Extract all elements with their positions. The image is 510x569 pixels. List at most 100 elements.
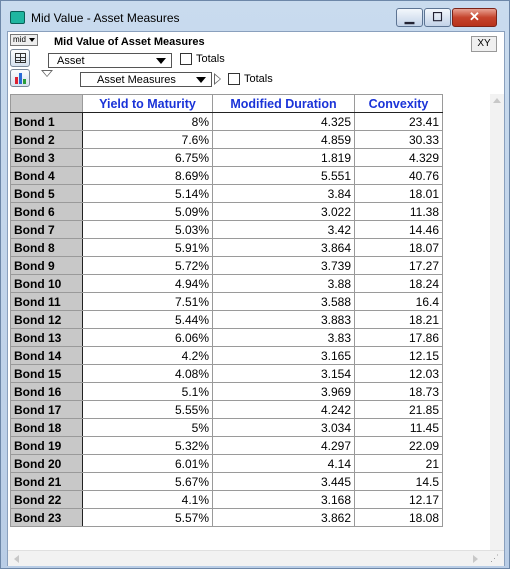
table-cell[interactable]: 4.297 — [212, 436, 355, 455]
table-cell[interactable]: 4.325 — [212, 112, 355, 131]
table-cell[interactable]: 6.06% — [82, 328, 213, 347]
table-cell[interactable]: 3.969 — [212, 382, 355, 401]
row-header[interactable]: Bond 16 — [10, 382, 83, 401]
table-cell[interactable]: 3.739 — [212, 256, 355, 275]
table-cell[interactable]: 3.88 — [212, 274, 355, 293]
row-header[interactable]: Bond 8 — [10, 238, 83, 257]
column-header[interactable]: Modified Duration — [212, 94, 355, 113]
table-cell[interactable]: 3.034 — [212, 418, 355, 437]
row-header[interactable]: Bond 14 — [10, 346, 83, 365]
scroll-right-icon[interactable] — [473, 555, 478, 563]
title-bar[interactable]: Mid Value - Asset Measures ▁ ☐ ✕ — [1, 1, 509, 31]
minimize-button[interactable]: ▁ — [396, 8, 423, 27]
table-cell[interactable]: 5.91% — [82, 238, 213, 257]
table-cell[interactable]: 4.14 — [212, 454, 355, 473]
column-index-dropdown[interactable]: Asset Measures — [80, 72, 212, 87]
table-cell[interactable]: 3.168 — [212, 490, 355, 509]
table-cell[interactable]: 5.57% — [82, 508, 213, 527]
table-cell[interactable]: 18.24 — [354, 274, 443, 293]
table-cell[interactable]: 5.03% — [82, 220, 213, 239]
vertical-scrollbar[interactable] — [490, 94, 504, 550]
row-header[interactable]: Bond 17 — [10, 400, 83, 419]
xy-button[interactable]: XY — [471, 36, 497, 52]
table-cell[interactable]: 5.72% — [82, 256, 213, 275]
table-cell[interactable]: 5.67% — [82, 472, 213, 491]
horizontal-scrollbar[interactable] — [8, 550, 504, 566]
table-cell[interactable]: 30.33 — [354, 130, 443, 149]
table-cell[interactable]: 3.022 — [212, 202, 355, 221]
row-header[interactable]: Bond 18 — [10, 418, 83, 437]
table-cell[interactable]: 5.14% — [82, 184, 213, 203]
table-cell[interactable]: 12.03 — [354, 364, 443, 383]
table-cell[interactable]: 4.859 — [212, 130, 355, 149]
table-view-button[interactable] — [10, 49, 30, 67]
table-cell[interactable]: 3.165 — [212, 346, 355, 365]
table-cell[interactable]: 5.551 — [212, 166, 355, 185]
pivot-down-icon[interactable] — [41, 70, 53, 77]
table-cell[interactable]: 4.1% — [82, 490, 213, 509]
table-cell[interactable]: 12.15 — [354, 346, 443, 365]
table-cell[interactable]: 3.883 — [212, 310, 355, 329]
table-cell[interactable]: 40.76 — [354, 166, 443, 185]
row-header[interactable]: Bond 7 — [10, 220, 83, 239]
table-cell[interactable]: 3.864 — [212, 238, 355, 257]
column-header[interactable]: Convexity — [354, 94, 443, 113]
row-header[interactable]: Bond 15 — [10, 364, 83, 383]
resize-grip-icon[interactable]: ⋰ — [490, 552, 502, 564]
table-cell[interactable]: 23.41 — [354, 112, 443, 131]
row-header[interactable]: Bond 11 — [10, 292, 83, 311]
table-cell[interactable]: 22.09 — [354, 436, 443, 455]
table-cell[interactable]: 4.94% — [82, 274, 213, 293]
row-header[interactable]: Bond 22 — [10, 490, 83, 509]
row-header[interactable]: Bond 9 — [10, 256, 83, 275]
table-cell[interactable]: 3.42 — [212, 220, 355, 239]
table-cell[interactable]: 3.445 — [212, 472, 355, 491]
table-cell[interactable]: 7.51% — [82, 292, 213, 311]
row-header[interactable]: Bond 13 — [10, 328, 83, 347]
row-header[interactable]: Bond 4 — [10, 166, 83, 185]
row-index-dropdown[interactable]: Asset — [48, 53, 172, 68]
table-cell[interactable]: 14.5 — [354, 472, 443, 491]
table-cell[interactable]: 3.83 — [212, 328, 355, 347]
table-cell[interactable]: 17.27 — [354, 256, 443, 275]
column-totals-checkbox[interactable] — [228, 73, 240, 85]
table-cell[interactable]: 18.07 — [354, 238, 443, 257]
table-cell[interactable]: 4.242 — [212, 400, 355, 419]
table-cell[interactable]: 5.09% — [82, 202, 213, 221]
row-header[interactable]: Bond 3 — [10, 148, 83, 167]
table-cell[interactable]: 11.45 — [354, 418, 443, 437]
scroll-up-icon[interactable] — [493, 98, 501, 103]
table-cell[interactable]: 14.46 — [354, 220, 443, 239]
mid-dropdown[interactable]: mid — [10, 34, 38, 46]
table-cell[interactable]: 4.329 — [354, 148, 443, 167]
table-cell[interactable]: 3.154 — [212, 364, 355, 383]
row-header[interactable]: Bond 23 — [10, 508, 83, 527]
table-cell[interactable]: 5.44% — [82, 310, 213, 329]
table-cell[interactable]: 5.1% — [82, 382, 213, 401]
table-cell[interactable]: 18.21 — [354, 310, 443, 329]
table-cell[interactable]: 12.17 — [354, 490, 443, 509]
maximize-button[interactable]: ☐ — [424, 8, 451, 27]
table-cell[interactable]: 8.69% — [82, 166, 213, 185]
table-cell[interactable]: 1.819 — [212, 148, 355, 167]
table-cell[interactable]: 3.588 — [212, 292, 355, 311]
table-cell[interactable]: 21 — [354, 454, 443, 473]
table-cell[interactable]: 5.55% — [82, 400, 213, 419]
table-cell[interactable]: 7.6% — [82, 130, 213, 149]
scroll-left-icon[interactable] — [14, 555, 19, 563]
table-cell[interactable]: 21.85 — [354, 400, 443, 419]
row-totals-checkbox[interactable] — [180, 53, 192, 65]
row-header[interactable]: Bond 19 — [10, 436, 83, 455]
graph-view-button[interactable] — [10, 69, 30, 87]
table-cell[interactable]: 16.4 — [354, 292, 443, 311]
close-button[interactable]: ✕ — [452, 8, 497, 27]
table-cell[interactable]: 18.08 — [354, 508, 443, 527]
table-cell[interactable]: 5.32% — [82, 436, 213, 455]
row-header[interactable]: Bond 21 — [10, 472, 83, 491]
table-cell[interactable]: 18.01 — [354, 184, 443, 203]
table-cell[interactable]: 4.08% — [82, 364, 213, 383]
row-header[interactable]: Bond 5 — [10, 184, 83, 203]
table-cell[interactable]: 8% — [82, 112, 213, 131]
table-cell[interactable]: 17.86 — [354, 328, 443, 347]
row-header[interactable]: Bond 1 — [10, 112, 83, 131]
